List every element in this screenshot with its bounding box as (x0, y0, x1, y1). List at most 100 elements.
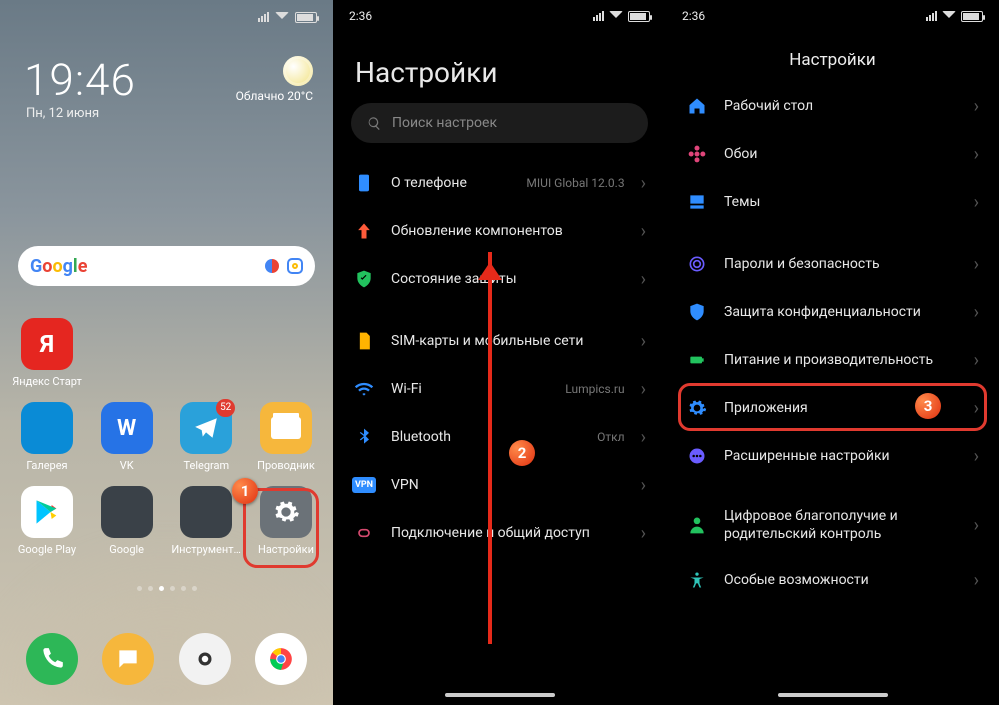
home-status-bar (0, 6, 333, 28)
brush-icon (686, 191, 708, 213)
folder-google[interactable]: Google (92, 486, 162, 556)
row-vpn[interactable]: VPN VPN › (333, 461, 666, 509)
row-accessibility[interactable]: Особые возможности › (666, 556, 999, 604)
settings-search[interactable]: Поиск настроек (351, 103, 648, 143)
nav-handle[interactable] (445, 693, 555, 697)
row-themes[interactable]: Темы › (666, 178, 999, 226)
row-meta: Откл (597, 430, 624, 444)
link-icon (353, 522, 375, 544)
chevron-right-icon: › (641, 269, 646, 290)
chevron-right-icon: › (974, 302, 979, 323)
date-widget[interactable]: Пн, 12 июня (26, 106, 99, 121)
row-label: О телефоне (391, 174, 510, 192)
status-time: 2:36 (349, 9, 372, 23)
row-label: VPN (391, 476, 625, 494)
phone-icon (353, 172, 375, 194)
dots-icon (686, 445, 708, 467)
row-battery[interactable]: Питание и производительность › (666, 336, 999, 384)
lens-icon[interactable] (287, 258, 303, 274)
row-tethering[interactable]: Подключение и общий доступ › (333, 509, 666, 557)
status-icons (593, 9, 650, 23)
annotation-highlight-1 (243, 488, 319, 568)
files-icon (260, 402, 312, 454)
wifi-icon (942, 9, 956, 23)
dock-chrome[interactable] (255, 633, 307, 685)
fingerprint-icon (686, 253, 708, 275)
app-label: VK (92, 459, 162, 472)
gallery-icon (21, 402, 73, 454)
shield-icon (686, 301, 708, 323)
chevron-right-icon: › (974, 96, 979, 117)
row-label: Темы (724, 193, 958, 211)
status-bar: 2:36 (666, 0, 999, 32)
wifi-icon (609, 9, 623, 23)
battery-icon (961, 11, 983, 22)
badge: 52 (216, 399, 235, 417)
row-meta: MIUI Global 12.0.3 (526, 176, 624, 190)
row-advanced[interactable]: Расширенные настройки › (666, 432, 999, 480)
row-apps[interactable]: Приложения › (666, 384, 999, 432)
chevron-right-icon: › (641, 221, 646, 242)
clock-widget[interactable]: 19:46 (24, 54, 136, 106)
chevron-right-icon: › (974, 192, 979, 213)
settings-screen-2: 2:36 Настройки Рабочий стол › Обои › Тем… (666, 0, 999, 705)
folder-tools[interactable]: Инструменты (171, 486, 241, 556)
nav-handle[interactable] (778, 693, 888, 697)
mic-icon[interactable] (265, 259, 279, 273)
app-vk[interactable]: W VK (92, 402, 162, 472)
row-sim[interactable]: SIM-карты и мобильные сети › (333, 317, 666, 365)
row-bluetooth[interactable]: Bluetooth Откл › (333, 413, 666, 461)
app-label: Проводник (251, 459, 321, 472)
folder-icon (180, 486, 232, 538)
status-time: 2:36 (682, 9, 705, 23)
wifi-icon (275, 10, 289, 24)
flower-icon (686, 143, 708, 165)
row-system-updates[interactable]: Обновление компонентов › (333, 207, 666, 255)
dock-phone[interactable] (26, 633, 78, 685)
row-meta: Lumpics.ru (565, 382, 624, 396)
app-files[interactable]: Проводник (251, 402, 321, 472)
person-icon (686, 514, 708, 536)
yandex-icon (21, 318, 73, 370)
chevron-right-icon: › (974, 398, 979, 419)
home-screen: 19:46 Пн, 12 июня Облачно 20°C Google Ян… (0, 0, 333, 705)
folder-icon (101, 486, 153, 538)
step-marker-3: 3 (915, 393, 941, 419)
chevron-right-icon: › (641, 427, 646, 448)
dock (0, 633, 333, 685)
row-passwords[interactable]: Пароли и безопасность › (666, 240, 999, 288)
row-wallpaper[interactable]: Обои › (666, 130, 999, 178)
app-label: Google (92, 543, 162, 556)
row-wifi[interactable]: Wi-Fi Lumpics.ru › (333, 365, 666, 413)
chevron-right-icon: › (641, 173, 646, 194)
dock-camera[interactable] (179, 633, 231, 685)
weather-icon (283, 56, 313, 86)
step-marker-1: 1 (232, 478, 258, 504)
app-gallery[interactable]: Галерея (12, 402, 82, 472)
page-indicator (0, 586, 333, 591)
row-label: Питание и производительность (724, 351, 958, 369)
step-marker-2: 2 (509, 440, 535, 466)
chevron-right-icon: › (974, 144, 979, 165)
app-play-store[interactable]: Google Play (12, 486, 82, 556)
app-label: Яндекс Старт (12, 375, 82, 388)
row-desktop[interactable]: Рабочий стол › (666, 82, 999, 130)
search-placeholder: Поиск настроек (392, 115, 497, 131)
chevron-right-icon: › (974, 254, 979, 275)
app-yandex[interactable]: Яндекс Старт (12, 318, 82, 388)
chevron-right-icon: › (641, 379, 646, 400)
row-privacy[interactable]: Защита конфиденциальности › (666, 288, 999, 336)
app-label: Telegram (171, 459, 241, 472)
app-label: Инструменты (171, 543, 241, 556)
shield-check-icon (353, 268, 375, 290)
app-telegram[interactable]: 52 Telegram (171, 402, 241, 472)
google-search-bar[interactable]: Google (18, 246, 315, 286)
row-wellbeing[interactable]: Цифровое благополучие и родительский кон… (666, 494, 999, 556)
battery-icon (686, 349, 708, 371)
weather-widget[interactable]: Облачно 20°C (236, 56, 313, 103)
weather-temp: 20°C (287, 89, 313, 103)
google-logo-icon: Google (30, 256, 87, 277)
row-about-phone[interactable]: О телефоне MIUI Global 12.0.3 › (333, 159, 666, 207)
dock-messages[interactable] (102, 633, 154, 685)
row-label: Цифровое благополучие и родительский кон… (724, 507, 958, 543)
